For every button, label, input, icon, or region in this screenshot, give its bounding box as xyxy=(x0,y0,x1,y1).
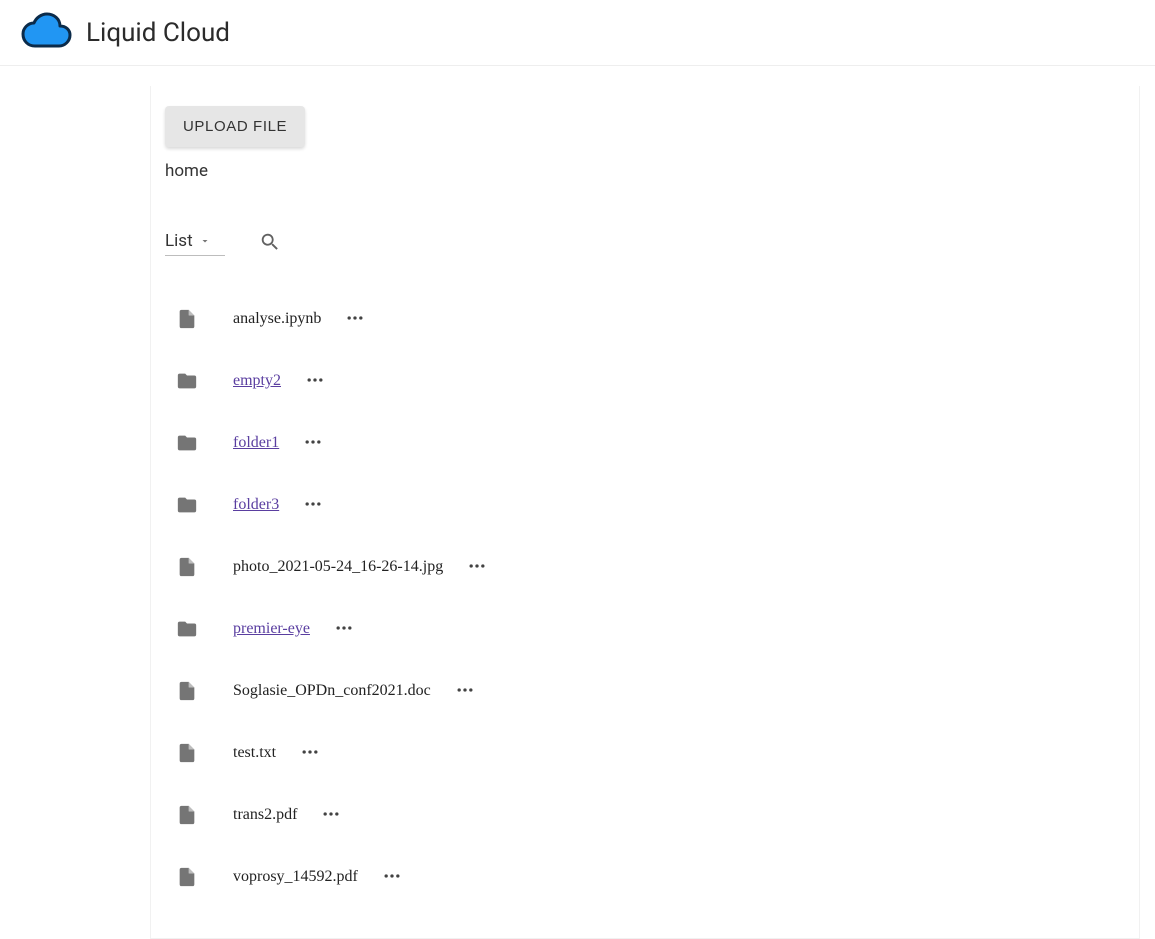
file-name: trans2.pdf xyxy=(233,806,297,824)
item-name-wrap: photo_2021-05-24_16-26-14.jpg xyxy=(233,552,491,583)
more-options-button[interactable] xyxy=(378,862,406,893)
more-horizontal-icon xyxy=(321,804,341,827)
file-panel: UPLOAD FILE home List analyse.ipynb empty… xyxy=(150,86,1140,939)
more-horizontal-icon xyxy=(300,742,320,765)
more-options-button[interactable] xyxy=(463,552,491,583)
upload-file-button[interactable]: UPLOAD FILE xyxy=(165,106,305,147)
view-mode-label: List xyxy=(165,231,193,251)
folder-link[interactable]: premier-eye xyxy=(233,620,310,638)
list-item: folder3 xyxy=(165,474,1139,536)
more-horizontal-icon xyxy=(303,494,323,517)
file-name: analyse.ipynb xyxy=(233,310,321,328)
more-options-button[interactable] xyxy=(301,366,329,397)
app-header: Liquid Cloud xyxy=(0,0,1155,66)
more-options-button[interactable] xyxy=(296,738,324,769)
file-icon xyxy=(175,679,199,703)
breadcrumb[interactable]: home xyxy=(165,161,1139,181)
more-horizontal-icon xyxy=(303,432,323,455)
more-horizontal-icon xyxy=(334,618,354,641)
list-item: empty2 xyxy=(165,350,1139,412)
folder-link[interactable]: folder3 xyxy=(233,496,279,514)
file-name: voprosy_14592.pdf xyxy=(233,868,358,886)
list-item: analyse.ipynb xyxy=(165,288,1139,350)
list-item: trans2.pdf xyxy=(165,784,1139,846)
item-name-wrap: voprosy_14592.pdf xyxy=(233,862,406,893)
folder-icon xyxy=(175,493,199,517)
chevron-down-icon xyxy=(199,232,211,251)
search-icon xyxy=(259,241,281,256)
more-options-button[interactable] xyxy=(341,304,369,335)
folder-link[interactable]: empty2 xyxy=(233,372,281,390)
file-icon xyxy=(175,741,199,765)
item-name-wrap: empty2 xyxy=(233,366,329,397)
more-options-button[interactable] xyxy=(330,614,358,645)
more-horizontal-icon xyxy=(467,556,487,579)
list-item: premier-eye xyxy=(165,598,1139,660)
file-list: analyse.ipynb empty2 folder1 folder3 photo_2… xyxy=(165,288,1139,908)
view-mode-select[interactable]: List xyxy=(165,231,225,256)
item-name-wrap: analyse.ipynb xyxy=(233,304,369,335)
folder-link[interactable]: folder1 xyxy=(233,434,279,452)
list-item: photo_2021-05-24_16-26-14.jpg xyxy=(165,536,1139,598)
file-icon xyxy=(175,555,199,579)
file-name: photo_2021-05-24_16-26-14.jpg xyxy=(233,558,443,576)
app-title: Liquid Cloud xyxy=(86,18,230,48)
more-horizontal-icon xyxy=(455,680,475,703)
item-name-wrap: folder3 xyxy=(233,490,327,521)
more-options-button[interactable] xyxy=(317,800,345,831)
file-icon xyxy=(175,307,199,331)
more-options-button[interactable] xyxy=(299,428,327,459)
search-button[interactable] xyxy=(255,227,285,260)
file-name: Soglasie_OPDn_conf2021.doc xyxy=(233,682,431,700)
folder-icon xyxy=(175,431,199,455)
main-area: UPLOAD FILE home List analyse.ipynb empty… xyxy=(0,66,1155,939)
list-item: folder1 xyxy=(165,412,1139,474)
list-item: Soglasie_OPDn_conf2021.doc xyxy=(165,660,1139,722)
item-name-wrap: trans2.pdf xyxy=(233,800,345,831)
more-horizontal-icon xyxy=(345,308,365,331)
more-horizontal-icon xyxy=(382,866,402,889)
more-horizontal-icon xyxy=(305,370,325,393)
item-name-wrap: test.txt xyxy=(233,738,324,769)
toolbar: List xyxy=(165,227,1139,260)
item-name-wrap: Soglasie_OPDn_conf2021.doc xyxy=(233,676,479,707)
file-icon xyxy=(175,865,199,889)
folder-icon xyxy=(175,369,199,393)
more-options-button[interactable] xyxy=(451,676,479,707)
cloud-logo-icon xyxy=(20,12,72,54)
file-name: test.txt xyxy=(233,744,276,762)
list-item: test.txt xyxy=(165,722,1139,784)
folder-icon xyxy=(175,617,199,641)
item-name-wrap: folder1 xyxy=(233,428,327,459)
list-item: voprosy_14592.pdf xyxy=(165,846,1139,908)
file-icon xyxy=(175,803,199,827)
more-options-button[interactable] xyxy=(299,490,327,521)
item-name-wrap: premier-eye xyxy=(233,614,358,645)
